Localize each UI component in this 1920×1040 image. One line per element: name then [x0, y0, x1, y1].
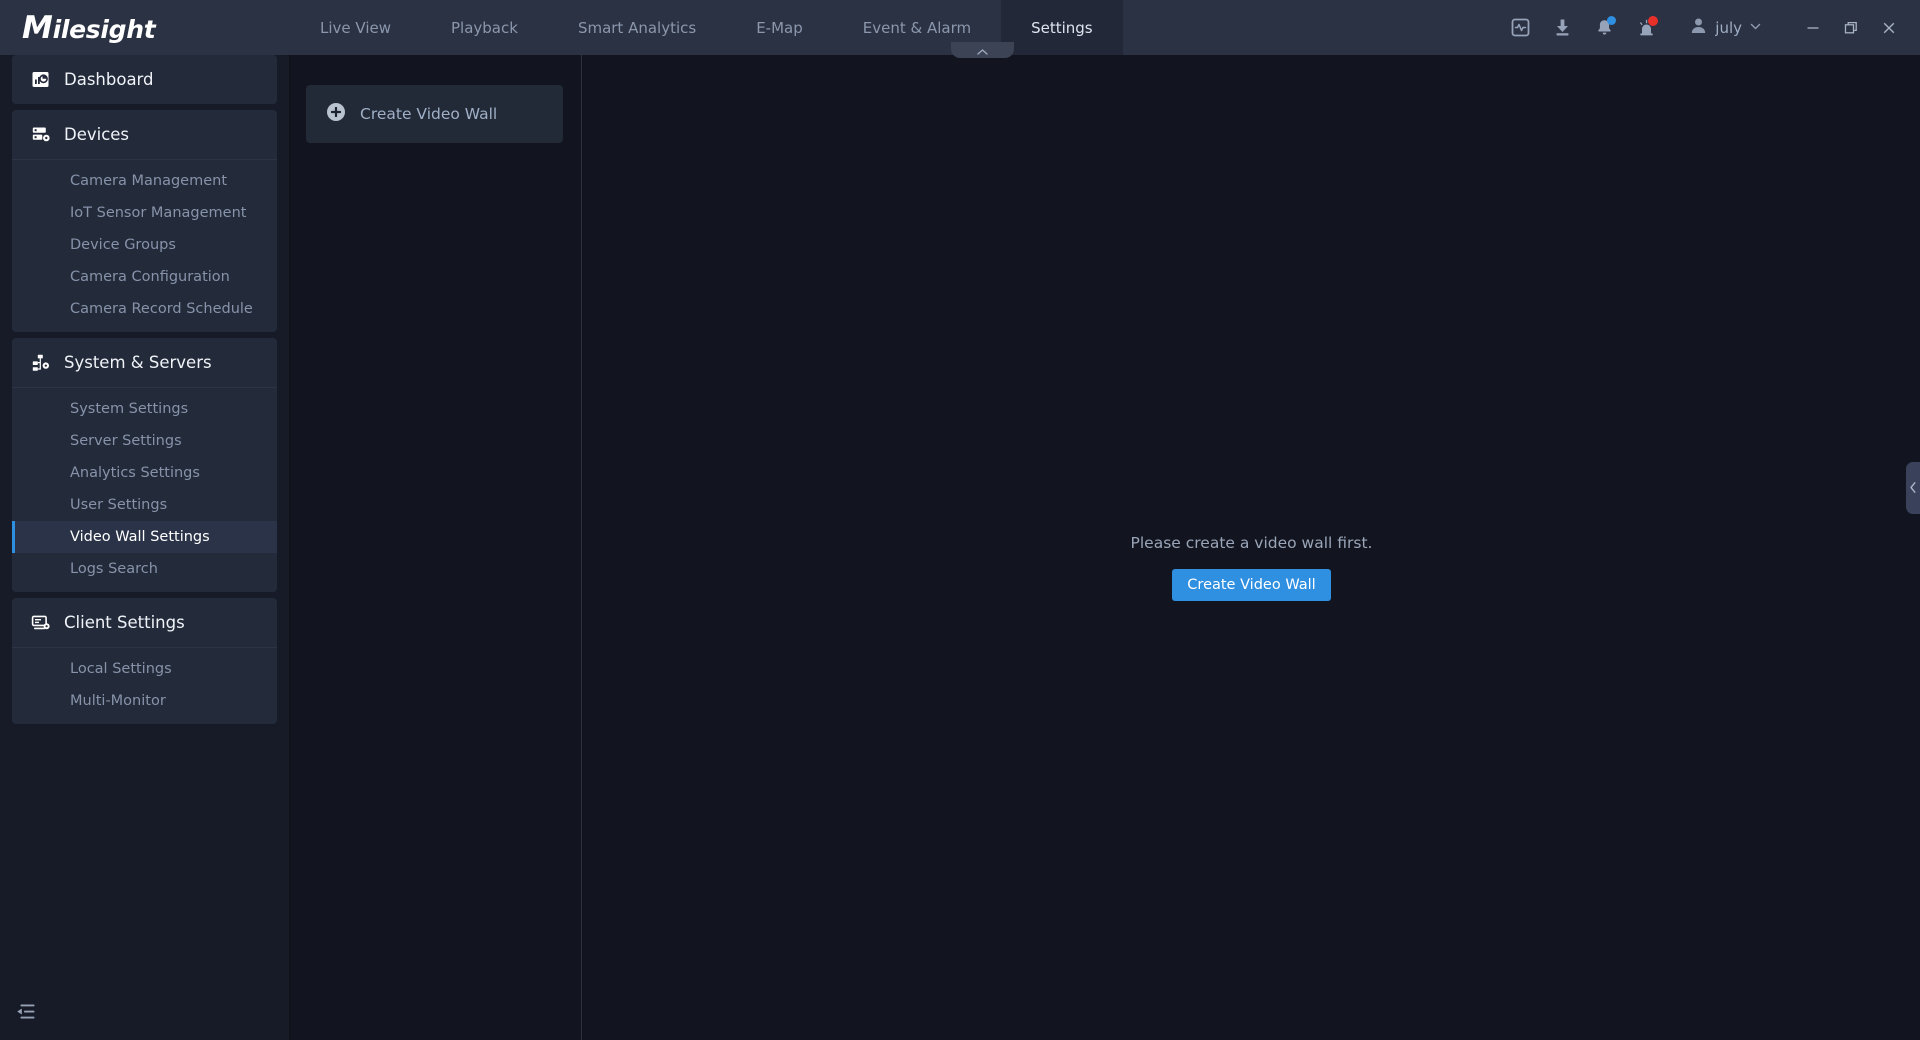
- alarm-siren-icon[interactable]: [1629, 11, 1663, 45]
- app-logo-initial: M: [22, 10, 53, 46]
- sidebar-sublist-devices: Camera Management IoT Sensor Management …: [12, 159, 277, 332]
- sidebar-item-server-settings[interactable]: Server Settings: [12, 425, 277, 457]
- sidebar-item-device-groups[interactable]: Device Groups: [12, 229, 277, 261]
- app-logo-rest: ilesight: [53, 15, 156, 44]
- chevron-up-icon: [976, 41, 989, 60]
- tab-e-map[interactable]: E-Map: [726, 0, 833, 55]
- sidebar-item-label: Dashboard: [64, 70, 154, 89]
- devices-server-icon: [30, 124, 51, 145]
- user-avatar-icon: [1689, 16, 1708, 39]
- alarm-badge-dot: [1648, 16, 1658, 26]
- create-video-wall-button[interactable]: Create Video Wall: [1172, 569, 1330, 601]
- user-menu[interactable]: july: [1689, 16, 1762, 39]
- close-button[interactable]: [1870, 11, 1908, 45]
- sidebar-item-system-servers[interactable]: System & Servers: [12, 338, 277, 387]
- sidebar-item-camera-management[interactable]: Camera Management: [12, 165, 277, 197]
- sidebar-item-label: Client Settings: [64, 613, 185, 632]
- sidebar-sublist-client-settings: Local Settings Multi-Monitor: [12, 647, 277, 724]
- create-video-wall-card-label: Create Video Wall: [360, 105, 497, 123]
- bell-badge-dot: [1607, 16, 1616, 25]
- tab-settings[interactable]: Settings: [1001, 0, 1123, 55]
- plus-circle-icon: [326, 102, 346, 126]
- video-wall-list-panel: Create Video Wall: [291, 55, 582, 1040]
- top-bar-actions: july: [1499, 0, 1920, 55]
- user-name-label: july: [1715, 19, 1742, 37]
- empty-state-message: Please create a video wall first.: [1131, 534, 1373, 552]
- sidebar-item-user-settings[interactable]: User Settings: [12, 489, 277, 521]
- sidebar-item-local-settings[interactable]: Local Settings: [12, 653, 277, 685]
- app-logo-text: Milesight: [22, 10, 155, 46]
- empty-state: Please create a video wall first. Create…: [583, 534, 1920, 601]
- tab-playback[interactable]: Playback: [421, 0, 548, 55]
- expand-right-drawer-handle[interactable]: [1906, 462, 1920, 514]
- bell-notification-icon[interactable]: [1587, 11, 1621, 45]
- sidebar-item-label: Devices: [64, 125, 129, 144]
- sidebar-group-dashboard: Dashboard: [12, 55, 277, 104]
- sidebar-item-dashboard[interactable]: Dashboard: [12, 55, 277, 104]
- sidebar-sublist-system-servers: System Settings Server Settings Analytic…: [12, 387, 277, 592]
- collapse-toolbar-tab[interactable]: [951, 42, 1014, 58]
- tab-live-view[interactable]: Live View: [290, 0, 421, 55]
- client-monitor-icon: [30, 612, 51, 633]
- sidebar-item-system-settings[interactable]: System Settings: [12, 393, 277, 425]
- download-icon[interactable]: [1545, 11, 1579, 45]
- sidebar-item-multi-monitor[interactable]: Multi-Monitor: [12, 685, 277, 717]
- system-servers-icon: [30, 352, 51, 373]
- window-controls: [1794, 11, 1908, 45]
- sidebar-item-video-wall-settings[interactable]: Video Wall Settings: [12, 521, 277, 553]
- sidebar-item-camera-record-schedule[interactable]: Camera Record Schedule: [12, 293, 277, 325]
- minimize-button[interactable]: [1794, 11, 1832, 45]
- menu-collapse-icon: [16, 1003, 36, 1024]
- sidebar-group-client-settings: Client Settings Local Settings Multi-Mon…: [12, 598, 277, 724]
- create-video-wall-card[interactable]: Create Video Wall: [306, 85, 563, 143]
- sidebar-item-logs-search[interactable]: Logs Search: [12, 553, 277, 585]
- sidebar-group-devices: Devices Camera Management IoT Sensor Man…: [12, 110, 277, 332]
- main-content: Please create a video wall first. Create…: [583, 55, 1920, 1040]
- sidebar: Dashboard Devices Camera Management IoT …: [0, 55, 290, 1040]
- tab-smart-analytics[interactable]: Smart Analytics: [548, 0, 726, 55]
- sidebar-item-analytics-settings[interactable]: Analytics Settings: [12, 457, 277, 489]
- sidebar-item-client-settings[interactable]: Client Settings: [12, 598, 277, 647]
- dashboard-chart-icon: [30, 69, 51, 90]
- app-logo: Milesight: [0, 0, 290, 55]
- collapse-sidebar-button[interactable]: [11, 998, 41, 1028]
- chevron-left-icon: [1909, 479, 1917, 498]
- sidebar-item-devices[interactable]: Devices: [12, 110, 277, 159]
- chevron-down-icon: [1749, 18, 1762, 37]
- sidebar-item-camera-configuration[interactable]: Camera Configuration: [12, 261, 277, 293]
- sidebar-group-system-servers: System & Servers System Settings Server …: [12, 338, 277, 592]
- maximize-button[interactable]: [1832, 11, 1870, 45]
- sidebar-item-iot-sensor-management[interactable]: IoT Sensor Management: [12, 197, 277, 229]
- health-monitor-icon[interactable]: [1503, 11, 1537, 45]
- sidebar-item-label: System & Servers: [64, 353, 212, 372]
